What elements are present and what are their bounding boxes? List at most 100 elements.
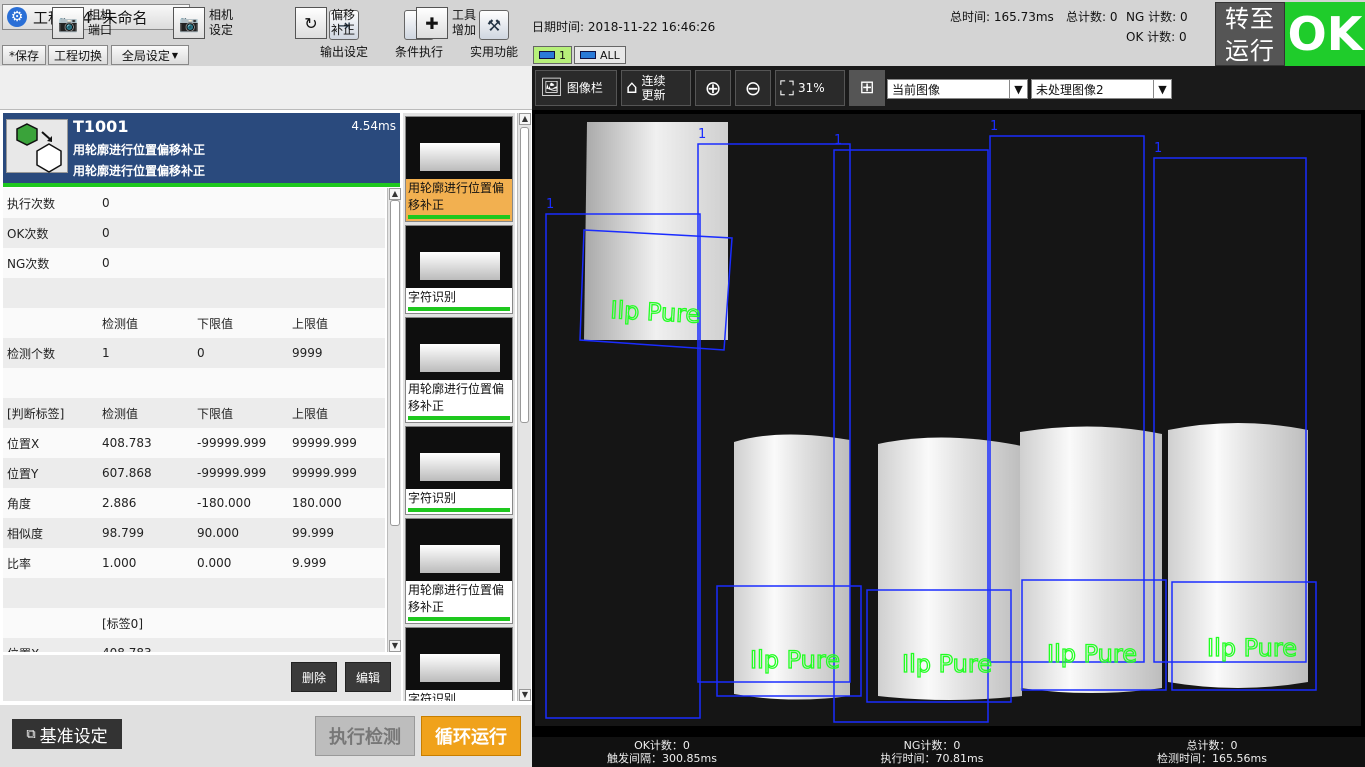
tool-status-bar [3,183,400,187]
camera-settings-button[interactable]: 📷 相机 设定 [173,6,233,40]
table-cell: 检测值 [102,316,139,331]
tool-thumbnails: 用轮廓进行位置偏移补正 字符识别 用轮廓进行位置偏移补正 字符识别 用轮廓进行位… [403,113,515,701]
thumbnail-label: 字符识别 [408,290,457,304]
table-cell: 9.999 [292,556,327,570]
thumbnail-image [406,628,512,690]
global-settings-label: 全局设定 [121,48,170,63]
thumbnail-item[interactable]: 字符识别 [405,627,513,701]
tool-header[interactable]: T1001 4.54ms 用轮廓进行位置偏移补正 用轮廓进行位置偏移补正 [3,113,400,183]
baseline-label: 基准设定 [39,726,108,747]
scroll-thumb[interactable] [390,200,400,526]
offset-correction-button[interactable]: ↻ 偏移 补正 [295,6,355,40]
table-cell: -99999.999 [197,436,267,450]
thumbnail-image [406,117,512,179]
table-cell: 1 [102,346,110,360]
table-row: 相似度 98.799 90.000 99.999 [3,518,385,548]
thumbnail-item[interactable]: 用轮廓进行位置偏移补正 [405,518,513,624]
table-row: 角度 2.886 -180.000 180.000 [3,488,385,518]
thumbnail-label: 用轮廓进行位置偏移补正 [408,583,505,614]
chevron-down-icon: ▼ [171,50,179,60]
scroll-thumb[interactable] [520,127,529,423]
utility-label: 实用功能 [469,45,518,59]
table-row: OK次数 0 [3,218,385,248]
table-cell: OK次数 [7,226,49,241]
go-run-button[interactable]: 转至 运行 [1215,2,1285,66]
table-scrollbar[interactable]: ▲ ▼ [387,188,401,652]
table-cell: 位置Y [7,466,39,481]
camera-tag-1[interactable]: 1 [533,46,572,64]
status-trigger-interval: 触发间隔：300.85ms [607,752,717,765]
image-bar-button[interactable]: 🖼 图像栏 [535,70,617,106]
offset-l1: 偏移 [331,8,356,22]
thumbnail-scrollbar[interactable]: ▲ ▼ [517,113,531,701]
zoom-out-icon[interactable]: ⊖ [735,70,771,106]
loop-run-button[interactable]: 循环运行 [421,716,521,756]
camera-settings-l2: 设定 [209,23,234,37]
ocr-result: Ilp Pure [610,296,701,329]
table-cell: 90.000 [197,526,239,540]
project-switch-button[interactable]: 工程切换 [48,45,108,65]
fit-zoom-button[interactable]: ⛶ 31% [775,70,845,106]
table-row: 检测个数 1 0 9999 [3,338,385,368]
table-cell: 99999.999 [292,466,357,480]
table-cell: 408.783 [102,646,152,652]
layout-icon[interactable]: ⊞ [849,70,885,106]
roi-label: 1 [1154,141,1162,156]
edit-button[interactable]: 编辑 [345,662,391,692]
execute-detection-button[interactable]: 执行检测 [315,716,415,756]
current-image-select[interactable]: 当前图像 ▼ [887,79,1028,99]
image-viewer[interactable]: 1 1 1 1 1 Ilp Pure Ilp Pure Ilp Pure Ilp… [532,110,1365,737]
thumbnail-image [406,226,512,288]
table-cell: 0 [102,226,110,240]
table-row: [判断标签] 检测值 下限值 上限值 [3,398,385,428]
roi-label: 1 [990,119,998,134]
table-cell: 执行次数 [7,196,56,211]
table-cell: 180.000 [292,496,342,510]
camera-icon [539,51,555,59]
raw-image-select[interactable]: 未处理图像2 ▼ [1031,79,1172,99]
table-cell: NG次数 [7,256,50,271]
table-row: 位置Y 607.868 -99999.999 99999.999 [3,458,385,488]
continuous-update-button[interactable]: ⌂ 连续 更新 [621,70,691,106]
table-cell: -180.000 [197,496,251,510]
add-tool-button[interactable]: ✚ 工具 增加 [416,6,476,40]
table-cell: -99999.999 [197,466,267,480]
camera-tags: 1 ALL [533,46,626,64]
baseline-settings-button[interactable]: ⧉ 基准设定 [12,719,122,749]
table-cell: 位置X [7,645,39,653]
thumbnail-item[interactable]: 用轮廓进行位置偏移补正 [405,317,513,423]
continuous-l1: 连续 [641,74,666,88]
scroll-up-icon[interactable]: ▲ [389,188,401,200]
camera-port-l2: 端口 [88,23,113,37]
scroll-up-icon[interactable]: ▲ [519,113,531,125]
camera-icon [580,51,596,59]
table-cell: 上限值 [292,316,329,331]
table-cell: 下限值 [197,316,234,331]
table-cell: 下限值 [197,406,234,421]
table-row [3,368,385,398]
table-row: 检测值 下限值 上限值 [3,308,385,338]
global-settings-button[interactable]: 全局设定 ▼ [111,45,189,65]
scroll-down-icon[interactable]: ▼ [389,640,401,652]
save-button[interactable]: *保存 [2,45,46,65]
thumbnail-label: 字符识别 [408,491,457,505]
status-total-count: 总计数：0 [1186,739,1238,752]
table-cell: [判断标签] [7,406,65,421]
table-cell: 0 [102,256,110,270]
thumbnail-item[interactable]: 用轮廓进行位置偏移补正 [405,116,513,222]
camera-tag-all[interactable]: ALL [574,46,626,64]
scroll-down-icon[interactable]: ▼ [519,689,531,701]
continuous-l2: 更新 [641,88,666,102]
thumbnail-item[interactable]: 字符识别 [405,426,513,515]
image-bar-label: 图像栏 [566,81,603,95]
camera-tag-1-label: 1 [559,48,566,62]
tool-time: 4.54ms [351,119,396,133]
total-time: 总时间: 165.73ms [950,10,1054,24]
contour-tool-icon [6,119,68,173]
zoom-in-icon[interactable]: ⊕ [695,70,731,106]
thumbnail-item[interactable]: 字符识别 [405,225,513,314]
delete-button[interactable]: 删除 [291,662,337,692]
fit-screen-icon: ⛶ [780,76,794,100]
tools-icon: ⚒ [479,10,509,40]
camera-port-button[interactable]: 📷 相机 端口 [52,6,112,40]
